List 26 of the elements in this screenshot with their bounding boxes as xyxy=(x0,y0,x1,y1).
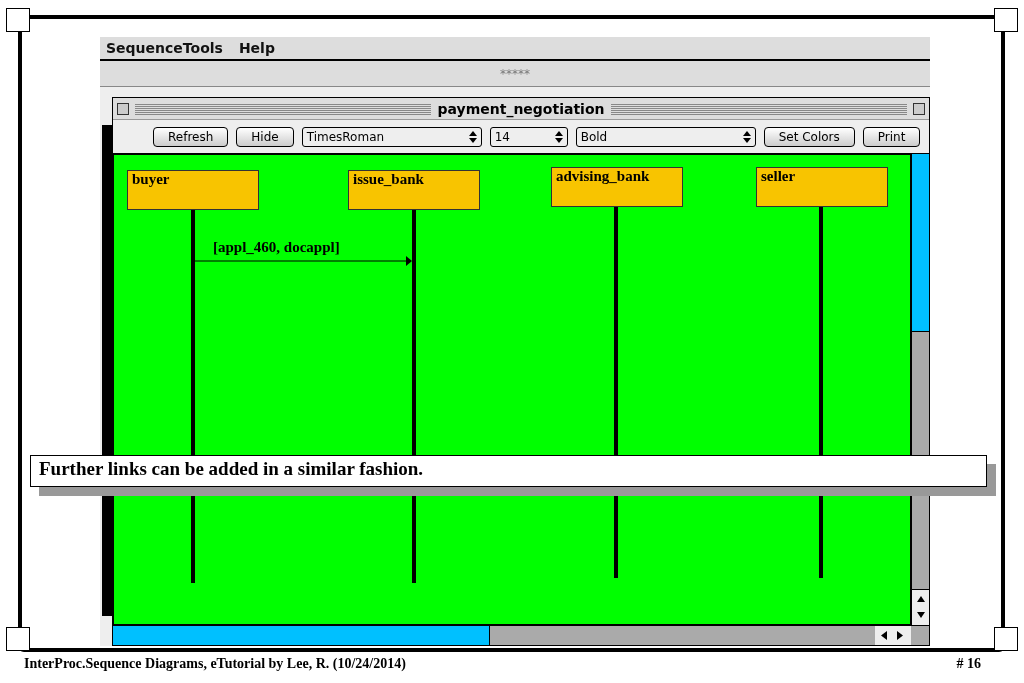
dropdown[interactable]: 14 xyxy=(489,126,568,147)
scroll-arrows-icon[interactable] xyxy=(875,626,911,645)
horizontal-scrollbar[interactable] xyxy=(113,625,929,645)
menu-item[interactable]: Help xyxy=(238,40,275,56)
toolbar-button[interactable]: Print xyxy=(862,126,921,147)
page-number: # 16 xyxy=(956,656,981,672)
up-down-arrows-icon xyxy=(468,130,477,143)
dropdown[interactable]: Bold xyxy=(575,126,756,147)
toolbar-button[interactable]: Hide xyxy=(236,126,294,147)
message-label: [appl_460, docappl] xyxy=(213,239,340,256)
dropdown[interactable]: TimesRoman xyxy=(301,126,482,147)
up-down-arrows-icon xyxy=(554,130,563,143)
object-box[interactable]: seller xyxy=(756,167,888,207)
zoom-box-icon[interactable] xyxy=(913,102,925,115)
app-title: ***** xyxy=(100,61,930,87)
object-box[interactable]: advising_bank xyxy=(551,167,683,207)
close-box-icon[interactable] xyxy=(117,102,129,115)
vertical-scrollbar[interactable] xyxy=(911,154,929,625)
object-box[interactable]: buyer xyxy=(127,170,259,210)
footer-text: InterProc.Sequence Diagrams, eTutorial by Lee, R. (10/24/2014) xyxy=(24,656,406,672)
object-box[interactable]: issue_bank xyxy=(348,170,480,210)
up-down-arrows-icon xyxy=(742,130,751,143)
toolbar-button[interactable]: Set Colors xyxy=(763,126,855,147)
toolbar-button[interactable]: Refresh xyxy=(153,126,229,147)
window-title: payment_negotiation xyxy=(437,100,605,117)
menu-item[interactable]: SequenceTools xyxy=(106,40,223,56)
